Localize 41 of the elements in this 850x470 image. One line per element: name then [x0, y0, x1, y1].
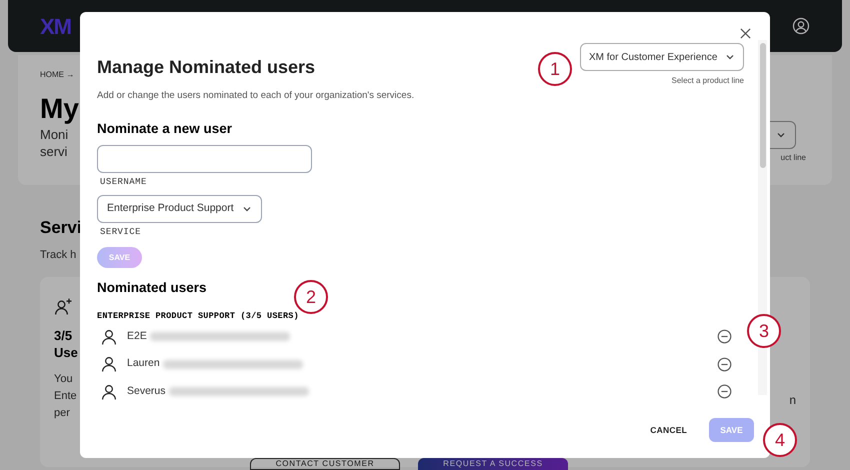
user-name: Lauren [127, 356, 160, 372]
section-intro: Track h [40, 248, 76, 262]
field-label: SERVICE [100, 226, 142, 239]
section-heading: Nominate a new user [97, 120, 232, 138]
close-button[interactable] [738, 26, 752, 40]
card-text: You [54, 372, 73, 387]
remove-user-button[interactable] [716, 384, 732, 400]
dialog-title: Manage Nominated users [97, 56, 316, 79]
section-heading: Nominated users [97, 279, 207, 297]
select-hint: Select a product line [672, 75, 744, 87]
card-action-button[interactable]: REQUEST A SUCCESS [418, 458, 568, 470]
user-account-icon[interactable] [792, 17, 810, 35]
dialog-subtitle: Add or change the users nominated to each of your organization's services. [97, 89, 414, 103]
card-text: per [54, 406, 70, 421]
card-title: Use [54, 344, 78, 361]
select-hint: uct line [780, 152, 806, 164]
field-label: USERNAME [100, 176, 148, 188]
username-input-field[interactable] [97, 144, 312, 172]
card-text: Ente [54, 389, 77, 404]
chevron-down-icon [776, 130, 786, 140]
user-name: Severus [127, 384, 166, 399]
remove-user-button[interactable] [716, 356, 732, 372]
person-icon [100, 382, 118, 401]
remove-user-button[interactable] [716, 328, 732, 345]
page-intro-text: servi [40, 143, 68, 160]
chevron-down-icon [725, 52, 735, 62]
user-count: 3/5 [54, 327, 74, 344]
page-intro-text: Moni [40, 126, 70, 143]
page-heading: My [40, 92, 79, 126]
user-name: E2E [127, 328, 147, 344]
person-icon [100, 355, 118, 374]
chevron-down-icon [242, 204, 252, 214]
product-line-select[interactable]: XM for Customer Experience [580, 43, 744, 71]
breadcrumb[interactable]: HOME → [40, 69, 79, 81]
scrollbar-thumb[interactable] [760, 43, 766, 168]
logo: XM [40, 12, 71, 40]
cancel-button[interactable]: CANCEL [650, 424, 687, 436]
card-text: n [789, 392, 796, 409]
person-icon [100, 328, 118, 346]
section-heading: Servi [40, 217, 82, 239]
service-select[interactable]: Enterprise Product Support [97, 195, 262, 223]
